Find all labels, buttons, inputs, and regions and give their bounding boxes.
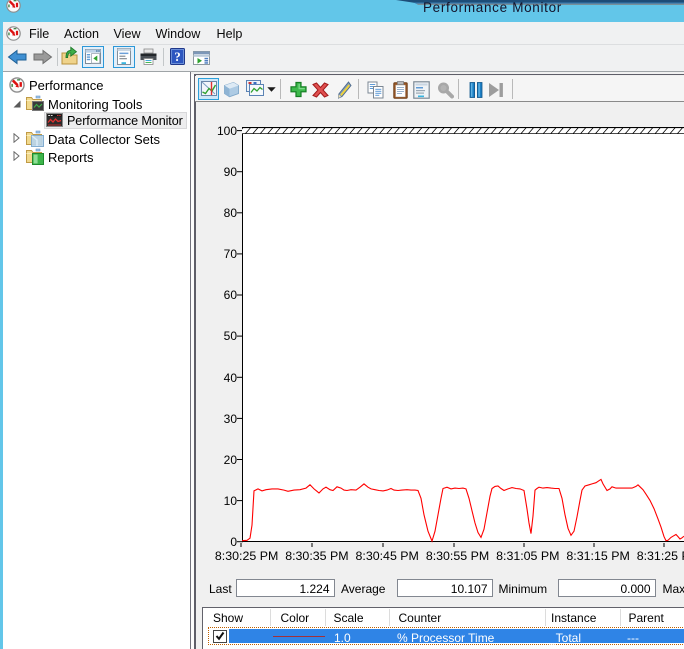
svg-text:?: ?	[174, 49, 181, 64]
